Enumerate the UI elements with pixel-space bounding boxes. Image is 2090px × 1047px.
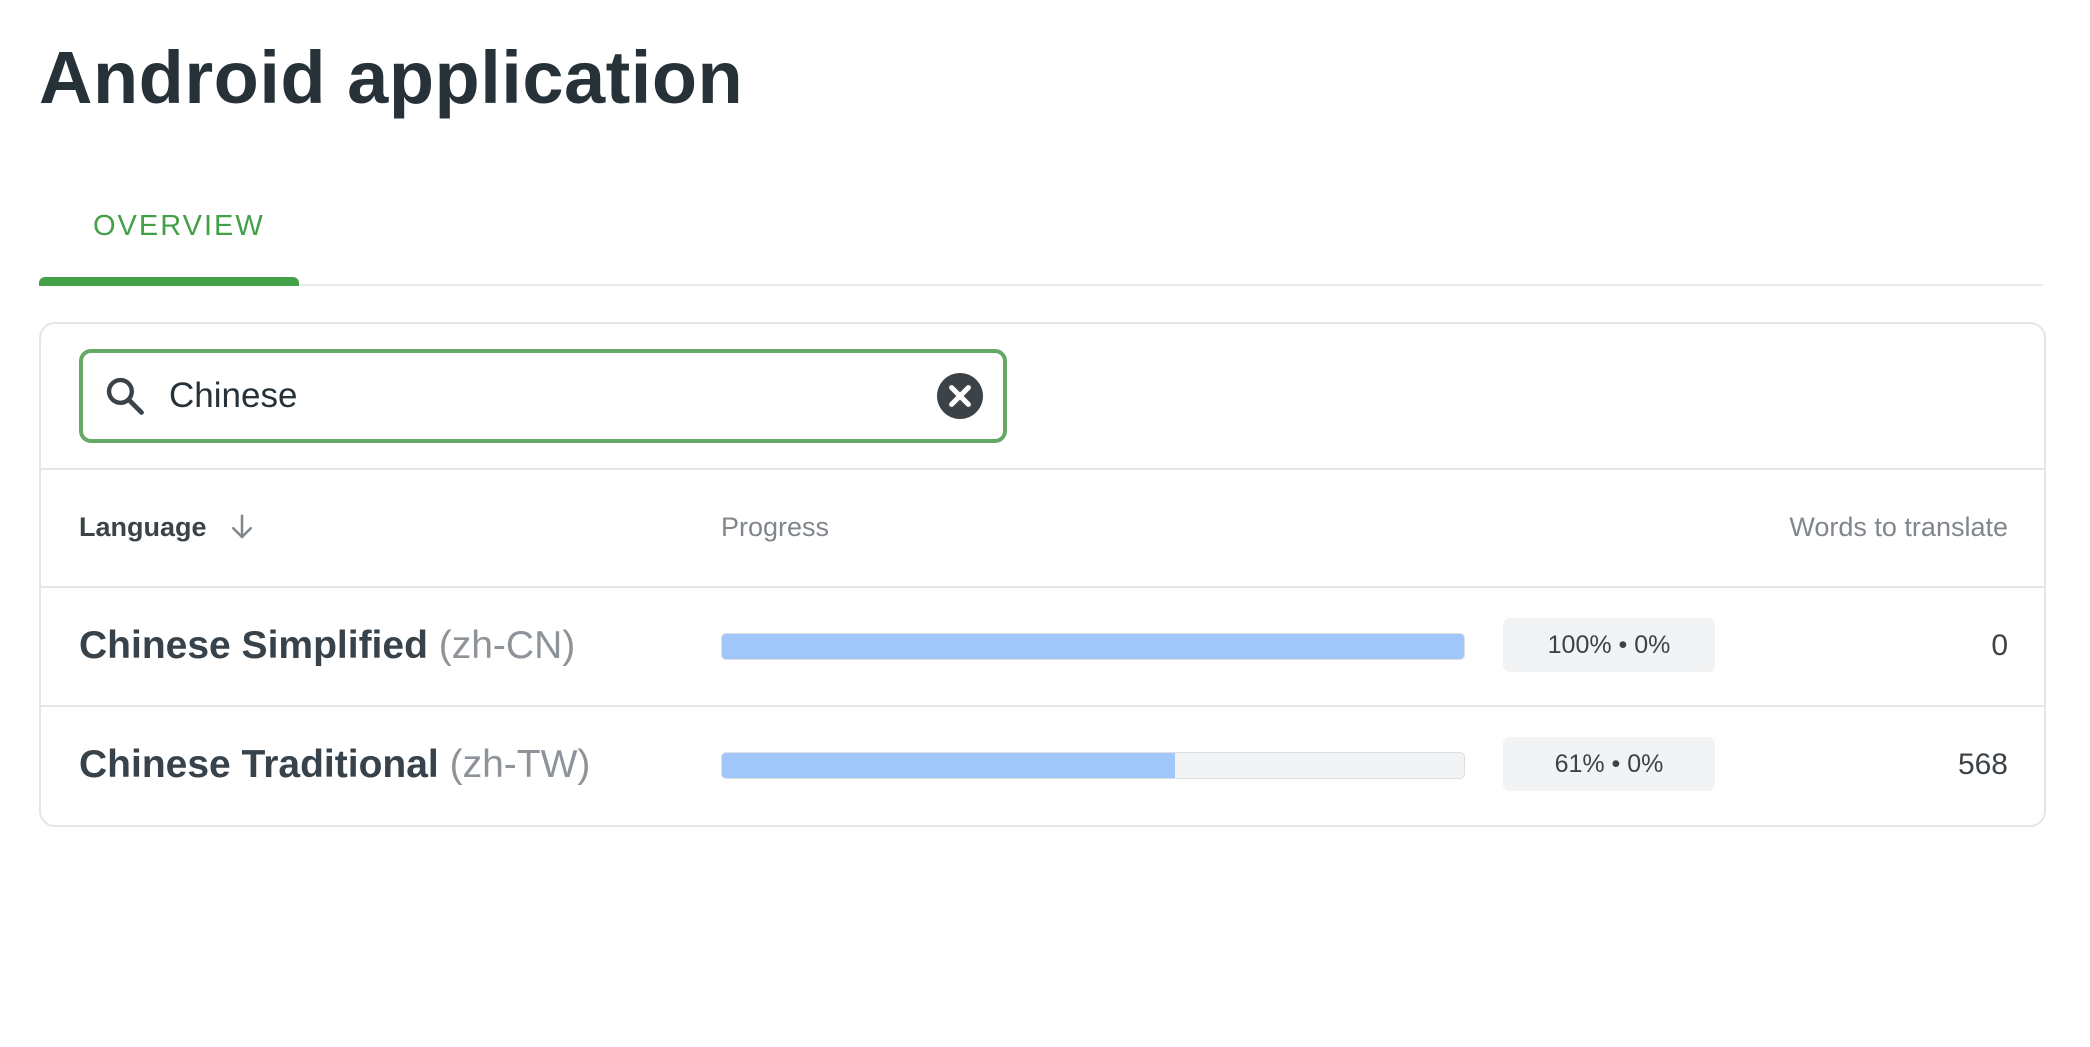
table-row[interactable]: Chinese Traditional (zh-TW) 61% • 0% 568 <box>41 707 2044 824</box>
progress-bar <box>721 633 1465 660</box>
search-box[interactable] <box>79 349 1007 443</box>
search-input[interactable] <box>169 367 909 425</box>
tab-bar: OVERVIEW <box>39 190 2043 286</box>
arrow-down-icon[interactable] <box>227 512 257 542</box>
page: Android application OVERVIEW Chinese Lan… <box>0 0 2090 1047</box>
tab-overview-label: OVERVIEW <box>93 210 265 242</box>
progress-bar <box>721 752 1465 779</box>
progress-bar-fill <box>722 753 1175 778</box>
language-cell: Chinese Simplified (zh-CN) <box>79 622 575 670</box>
progress-column-header: Progress <box>721 512 830 542</box>
table-row[interactable]: Chinese Simplified (zh-CN) 100% • 0% 0 <box>41 588 2044 707</box>
tab-overview[interactable]: OVERVIEW <box>39 190 299 286</box>
words-to-translate: 0 <box>1991 629 2008 662</box>
clear-icon[interactable] <box>937 373 983 419</box>
language-cell: Chinese Traditional (zh-TW) <box>79 741 590 789</box>
language-name[interactable]: Chinese Traditional <box>79 743 439 786</box>
words-column-header: Words to translate <box>1789 512 2008 542</box>
words-to-translate: 568 <box>1957 748 2008 781</box>
language-column-header[interactable]: Language <box>79 510 207 544</box>
language-code: (zh-TW) <box>449 743 591 786</box>
progress-badge: 61% • 0% <box>1503 737 1715 791</box>
language-name[interactable]: Chinese Simplified <box>79 624 428 667</box>
search-area <box>41 324 2044 470</box>
progress-badge: 100% • 0% <box>1503 618 1715 672</box>
languages-card: Language Progress Words to translate Chi… <box>39 322 2046 827</box>
language-code: (zh-CN) <box>438 624 576 667</box>
page-title: Android application <box>39 36 744 119</box>
table-header: Language Progress Words to translate <box>41 470 2044 588</box>
active-tab-indicator <box>39 277 299 286</box>
search-icon <box>106 377 144 415</box>
progress-bar-fill <box>722 634 1464 659</box>
